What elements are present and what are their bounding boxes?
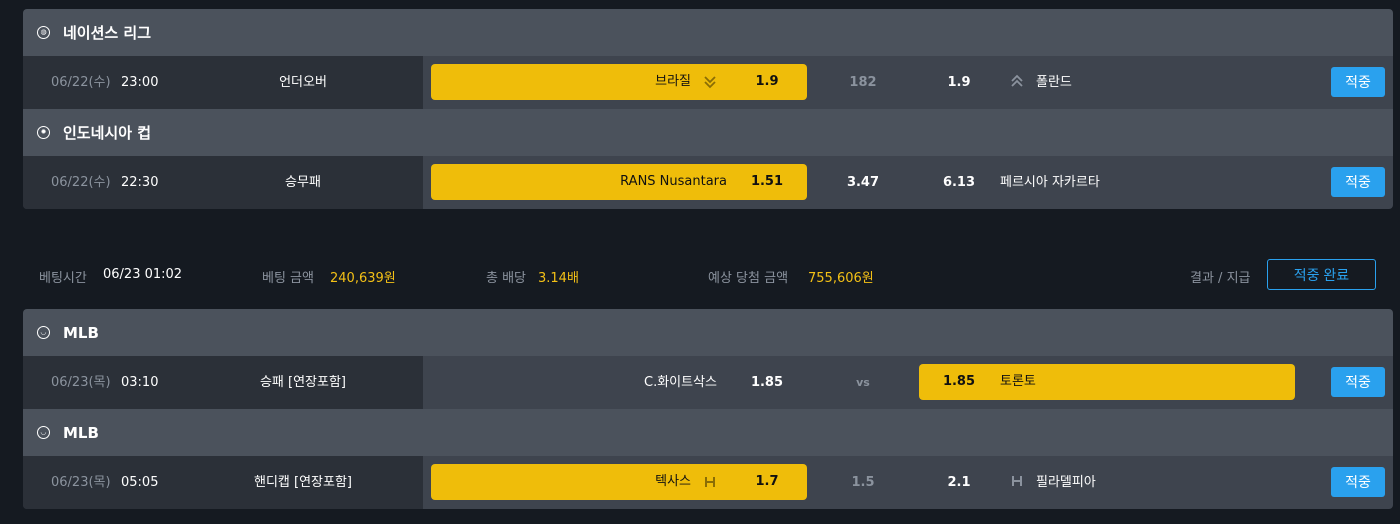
double-chevron-down-icon [704, 76, 716, 89]
hit-complete-button[interactable]: 적중 완료 [1267, 259, 1376, 290]
line-value: 182 [849, 75, 877, 90]
league-header: ◡ MLB [23, 309, 1393, 356]
double-chevron-up-icon [1011, 74, 1023, 87]
match-date: 06/23(목) [51, 375, 111, 390]
bet-amount: 240,639원 [330, 271, 396, 286]
total-odds: 3.14배 [538, 271, 579, 286]
away-team: 토론토 [1000, 374, 1036, 389]
away-odd: 1.85 [942, 374, 976, 389]
hit-result-button[interactable]: 적중 [1331, 367, 1385, 397]
league-name: MLB [63, 323, 99, 342]
home-team: 브라질 [655, 74, 691, 89]
match-date: 06/22(수) [51, 75, 111, 90]
home-odd: 1.7 [755, 474, 779, 489]
bet-row: 06/22(수) 22:30 승무패 RANS Nusantara 1.51 3… [23, 156, 1393, 209]
market-type: 언더오버 [279, 75, 327, 90]
home-odd[interactable]: 1.85 [737, 356, 797, 409]
handicap-icon [705, 477, 715, 487]
home-selection[interactable]: RANS Nusantara 1.51 [431, 164, 807, 200]
league-header: ✹ 인도네시아 컵 [23, 109, 1393, 156]
market-type: 핸디캡 [연장포함] [254, 475, 352, 490]
match-date: 06/23(목) [51, 475, 111, 490]
match-date: 06/22(수) [51, 175, 111, 190]
away-team: 폴란드 [1036, 75, 1072, 90]
league-name: 인도네시아 컵 [63, 124, 152, 142]
match-time: 03:10 [121, 375, 159, 390]
expected-win-label: 예상 당첨 금액 [708, 271, 789, 286]
bet-slip-panel-2: ◡ MLB 06/23(목) 03:10 승패 [연장포함] C.화이트삭스 1… [23, 309, 1393, 509]
hit-result-button[interactable]: 적중 [1331, 67, 1385, 97]
bet-slip-panel-1: ◍ 네이션스 리그 06/22(수) 23:00 언더오버 브라질 1.9 18… [23, 9, 1393, 209]
home-selection[interactable]: 브라질 1.9 [431, 64, 807, 100]
home-selection[interactable]: 텍사스 1.7 [431, 464, 807, 500]
league-header: ◍ 네이션스 리그 [23, 9, 1393, 56]
total-odds-label: 총 배당 [486, 271, 527, 286]
home-team: RANS Nusantara [620, 174, 727, 189]
bet-summary: 베팅시간 06/23 01:02 베팅 금액 240,639원 총 배당 3.1… [0, 240, 1400, 310]
hit-result-button[interactable]: 적중 [1331, 167, 1385, 197]
away-odd: 1.9 [947, 75, 971, 90]
match-time: 23:00 [121, 75, 159, 90]
bet-row: 06/23(목) 05:05 핸디캡 [연장포함] 텍사스 1.7 1.5 2.… [23, 456, 1393, 509]
bet-time-label: 베팅시간 [39, 271, 87, 286]
handicap-icon [1012, 476, 1022, 486]
away-selection[interactable]: 1.85 토론토 [919, 364, 1295, 400]
bet-amount-label: 베팅 금액 [262, 271, 314, 286]
volleyball-icon: ◍ [37, 26, 50, 39]
away-odd[interactable]: 6.13 [929, 156, 989, 209]
baseball-icon: ◡ [37, 426, 50, 439]
league-name: 네이션스 리그 [63, 24, 152, 42]
away-odd[interactable]: 2.1 [929, 456, 989, 509]
draw-odd[interactable]: 3.47 [833, 156, 893, 209]
home-odd: 1.51 [750, 174, 784, 189]
away-team: 페르시아 자카르타 [1000, 175, 1100, 190]
handicap-line: 1.5 [851, 475, 875, 490]
vs-label: vs [856, 376, 870, 389]
expected-win: 755,606원 [808, 271, 874, 286]
match-time: 22:30 [121, 175, 159, 190]
baseball-icon: ◡ [37, 326, 50, 339]
home-team: C.화이트삭스 [644, 375, 718, 390]
home-odd: 1.9 [755, 74, 779, 89]
bet-time: 06/23 01:02 [103, 267, 183, 282]
match-time: 05:05 [121, 475, 159, 490]
market-type: 승무패 [285, 175, 321, 190]
hit-result-button[interactable]: 적중 [1331, 467, 1385, 497]
home-team: 텍사스 [655, 474, 691, 489]
away-team: 필라델피아 [1036, 475, 1096, 490]
result-pay-label: 결과 / 지급 [1190, 271, 1251, 286]
soccer-ball-icon: ✹ [37, 126, 50, 139]
market-type: 승패 [연장포함] [259, 375, 347, 390]
bet-row: 06/22(수) 23:00 언더오버 브라질 1.9 182 1.9 폴란드 … [23, 56, 1393, 109]
league-name: MLB [63, 423, 99, 442]
bet-row: 06/23(목) 03:10 승패 [연장포함] C.화이트삭스 1.85 vs… [23, 356, 1393, 409]
league-header: ◡ MLB [23, 409, 1393, 456]
